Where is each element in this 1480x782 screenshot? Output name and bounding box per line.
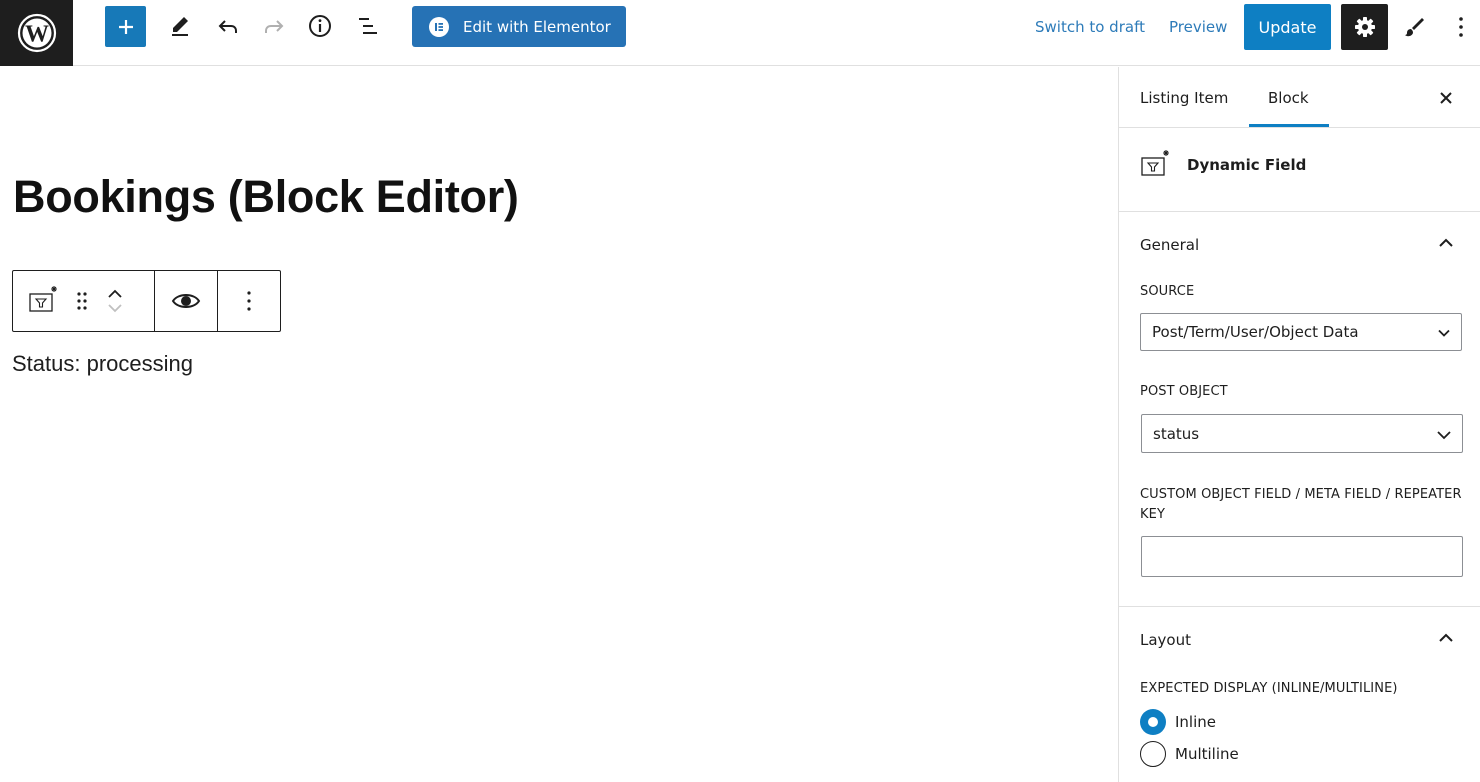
radio-multiline-control[interactable] [1140, 741, 1166, 767]
radio-multiline[interactable]: Multiline [1140, 741, 1239, 767]
post-object-label: POST OBJECT [1140, 384, 1228, 399]
eye-icon [171, 294, 201, 308]
display-label: EXPECTED DISPLAY (INLINE/MULTILINE) [1140, 681, 1398, 696]
custom-field-label: CUSTOM OBJECT FIELD / META FIELD / REPEA… [1140, 487, 1462, 522]
block-toolbar-group-main [13, 271, 155, 331]
source-label: SOURCE [1140, 284, 1195, 299]
chevron-up-icon [1439, 238, 1453, 247]
move-down-icon[interactable] [106, 301, 124, 315]
block-card: Dynamic Field [1119, 129, 1480, 212]
elementor-icon [429, 16, 449, 37]
wordpress-logo-icon[interactable]: W [0, 0, 73, 66]
edit-with-elementor-label: Edit with Elementor [463, 17, 611, 36]
block-name: Dynamic Field [1187, 156, 1307, 174]
dynamic-field-output[interactable]: Status: processing [12, 351, 193, 377]
redo-icon [265, 20, 284, 33]
list-view-button[interactable] [350, 8, 386, 44]
details-button[interactable] [302, 8, 338, 44]
tab-listing-item[interactable]: Listing Item [1140, 89, 1228, 107]
chevron-down-icon [1437, 431, 1451, 440]
post-object-select-value: status [1153, 424, 1200, 443]
chevron-up-icon [1439, 633, 1453, 642]
svg-text:W: W [25, 22, 49, 48]
panel-general-toggle[interactable]: General [1119, 220, 1480, 270]
update-button[interactable]: Update [1244, 4, 1331, 50]
info-icon [309, 15, 331, 37]
tab-block[interactable]: Block [1268, 89, 1309, 107]
close-sidebar-button[interactable] [1435, 87, 1457, 109]
more-vertical-icon [1459, 17, 1463, 37]
switch-to-draft-button[interactable]: Switch to draft [1035, 18, 1145, 36]
move-up-icon[interactable] [106, 287, 124, 301]
plus-icon [118, 19, 133, 34]
more-vertical-icon [247, 291, 251, 311]
close-icon [1440, 92, 1452, 104]
preview-button[interactable]: Preview [1169, 18, 1227, 36]
undo-icon [218, 20, 237, 33]
radio-multiline-label: Multiline [1175, 745, 1239, 763]
undo-button[interactable] [210, 8, 246, 44]
post-title[interactable]: Bookings (Block Editor) [13, 171, 519, 223]
styles-button[interactable] [1396, 8, 1432, 46]
settings-button[interactable] [1341, 4, 1388, 50]
post-object-select[interactable]: status [1141, 414, 1463, 453]
panel-general-title: General [1140, 236, 1200, 254]
dynamic-field-block-icon [1139, 149, 1171, 185]
editor-header: W Edit with Elementor Switch to draft Pr… [0, 0, 1480, 66]
panel-layout-title: Layout [1140, 631, 1191, 649]
block-options-button[interactable] [218, 271, 280, 331]
radio-inline[interactable]: Inline [1140, 709, 1216, 735]
radio-inline-label: Inline [1175, 713, 1217, 731]
active-tab-indicator [1249, 124, 1329, 127]
panel-layout-toggle[interactable]: Layout [1119, 615, 1480, 665]
pencil-icon [172, 17, 188, 36]
editor-canvas: Bookings (Block Editor) Status: processi… [0, 67, 1118, 782]
redo-button[interactable] [256, 8, 292, 44]
panel-divider [1119, 606, 1480, 607]
custom-field-input[interactable] [1141, 536, 1463, 577]
settings-sidebar: Listing Item Block Dynamic Field General… [1118, 67, 1480, 782]
drag-handle-icon[interactable] [70, 286, 94, 316]
block-toolbar [12, 270, 281, 332]
radio-inline-control[interactable] [1140, 709, 1166, 735]
tools-button[interactable] [162, 8, 198, 44]
brush-icon [1405, 18, 1424, 37]
edit-with-elementor-button[interactable]: Edit with Elementor [412, 6, 626, 47]
source-select-value: Post/Term/User/Object Data [1152, 323, 1359, 341]
list-view-icon [359, 18, 377, 34]
add-block-button[interactable] [105, 6, 146, 47]
sidebar-tabs: Listing Item Block [1119, 67, 1480, 128]
visibility-toggle-button[interactable] [155, 271, 218, 331]
move-buttons [106, 287, 124, 315]
chevron-down-icon [1438, 329, 1450, 337]
dynamic-field-block-icon[interactable] [26, 284, 60, 318]
source-select[interactable]: Post/Term/User/Object Data [1140, 313, 1462, 351]
options-button[interactable] [1448, 8, 1474, 46]
gear-icon [1354, 17, 1375, 37]
